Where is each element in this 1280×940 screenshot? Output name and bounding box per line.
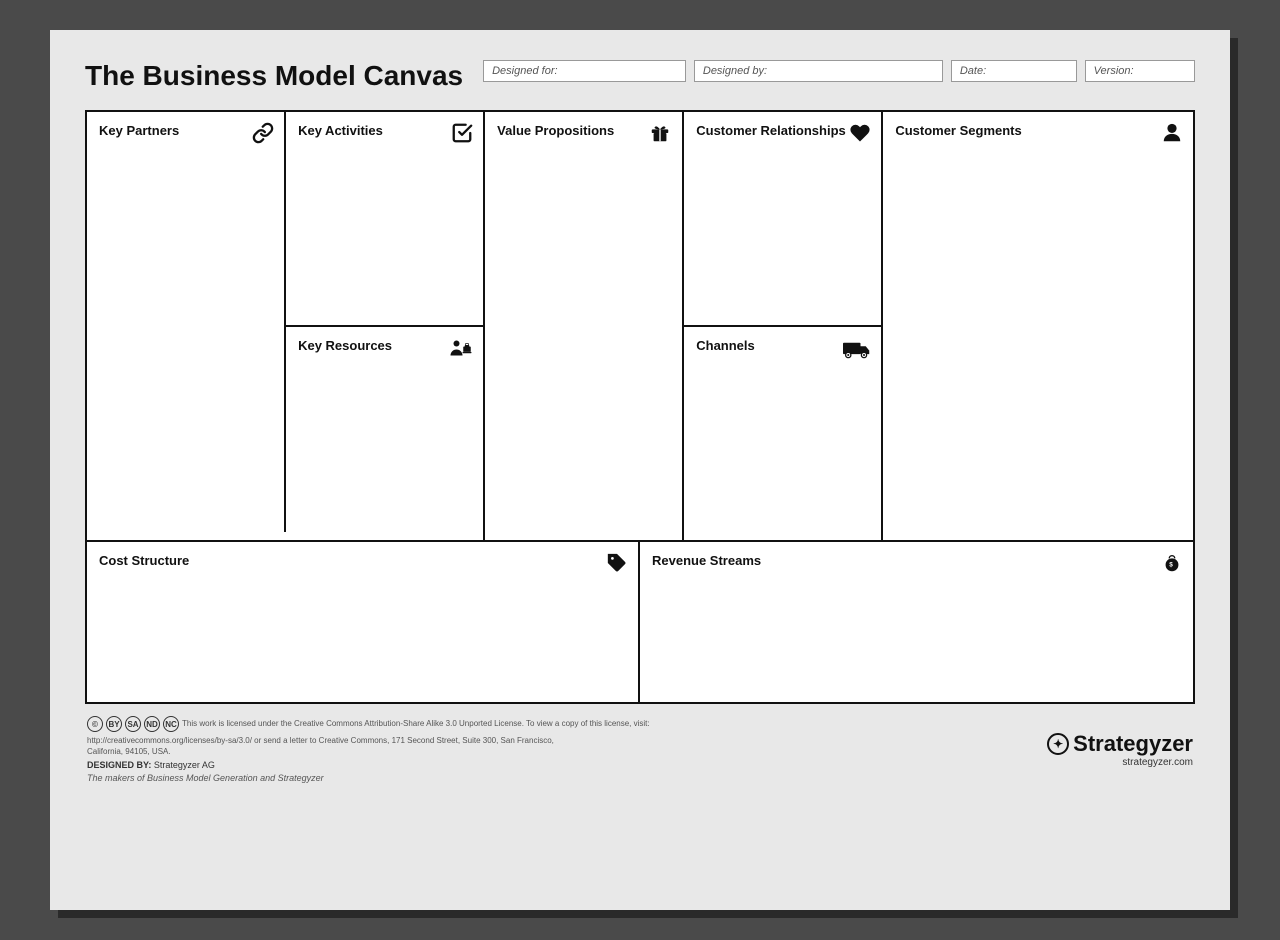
footer-license-text: This work is licensed under the Creative… (182, 718, 650, 729)
footer-tagline: The makers of Business Model Generation … (87, 773, 650, 783)
key-resources-icon (449, 337, 473, 365)
col-right-mid: Customer Relationships Channels (684, 112, 883, 540)
customer-relationships-cell[interactable]: Customer Relationships (684, 112, 881, 327)
key-partners-cell[interactable]: Key Partners (87, 112, 284, 532)
header-fields: Designed for: Designed by: Date: Version… (483, 60, 1195, 82)
key-activities-icon (451, 122, 473, 150)
customer-segments-cell[interactable]: Customer Segments (883, 112, 1193, 540)
channels-cell[interactable]: Channels (684, 327, 881, 540)
footer-license-url: http://creativecommons.org/licenses/by-s… (87, 735, 587, 757)
customer-segments-icon (1161, 122, 1183, 150)
revenue-streams-icon: $ (1161, 552, 1183, 579)
cc-icon-nc: NC (163, 716, 179, 732)
canvas-container: Key Partners Key Activities (85, 110, 1195, 704)
svg-text:$: $ (1169, 562, 1173, 569)
cost-structure-label: Cost Structure (99, 553, 189, 568)
cc-icon-nd: ND (144, 716, 160, 732)
customer-relationships-label: Customer Relationships (696, 123, 846, 138)
customer-segments-label: Customer Segments (895, 123, 1021, 138)
key-partners-icon (252, 122, 274, 150)
key-resources-cell[interactable]: Key Resources (286, 327, 483, 540)
strategyzer-url: strategyzer.com (1047, 757, 1193, 768)
footer-designed-by: DESIGNED BY: Strategyzer AG (87, 760, 650, 770)
header-row: The Business Model Canvas Designed for: … (85, 60, 1195, 92)
version-field[interactable]: Version: (1085, 60, 1195, 82)
cost-structure-cell[interactable]: Cost Structure (87, 542, 640, 702)
page-wrapper: The Business Model Canvas Designed for: … (50, 30, 1230, 910)
cc-icon-cc: © (87, 716, 103, 732)
channels-icon (843, 337, 871, 365)
channels-label: Channels (696, 338, 755, 353)
canvas-bottom: Cost Structure Revenue Streams (87, 542, 1193, 702)
col-key-partners: Key Partners (87, 112, 286, 532)
footer-cc-icons: © BY SA ND NC This work is licensed unde… (87, 716, 650, 732)
strategyzer-logo: ✦ Strategyzer (1047, 731, 1193, 757)
designed-by-field[interactable]: Designed by: (694, 60, 943, 82)
footer-left: © BY SA ND NC This work is licensed unde… (87, 716, 650, 783)
customer-relationships-icon (849, 122, 871, 150)
date-field[interactable]: Date: (951, 60, 1077, 82)
value-propositions-label: Value Propositions (497, 123, 614, 138)
col-value-props: Value Propositions (485, 112, 684, 540)
footer-right: ✦ Strategyzer strategyzer.com (1047, 731, 1193, 768)
value-propositions-icon (648, 122, 672, 150)
strategyzer-brand-name: Strategyzer (1073, 731, 1193, 757)
key-activities-cell[interactable]: Key Activities (286, 112, 483, 327)
main-title: The Business Model Canvas (85, 60, 463, 92)
canvas-main: Key Partners Key Activities (87, 112, 1193, 542)
value-propositions-cell[interactable]: Value Propositions (485, 112, 682, 540)
key-resources-label: Key Resources (298, 338, 392, 353)
designed-for-field[interactable]: Designed for: (483, 60, 686, 82)
key-partners-label: Key Partners (99, 123, 179, 138)
col-middle: Key Activities Key Resources (286, 112, 485, 540)
key-activities-label: Key Activities (298, 123, 383, 138)
cost-structure-icon (606, 552, 628, 579)
revenue-streams-cell[interactable]: Revenue Streams $ (640, 542, 1193, 702)
cc-icon-by: BY (106, 716, 122, 732)
cc-icon-sa: SA (125, 716, 141, 732)
footer: © BY SA ND NC This work is licensed unde… (85, 716, 1195, 783)
revenue-streams-label: Revenue Streams (652, 553, 761, 568)
strategyzer-logo-icon: ✦ (1047, 733, 1069, 755)
col-cust-seg: Customer Segments (883, 112, 1193, 540)
